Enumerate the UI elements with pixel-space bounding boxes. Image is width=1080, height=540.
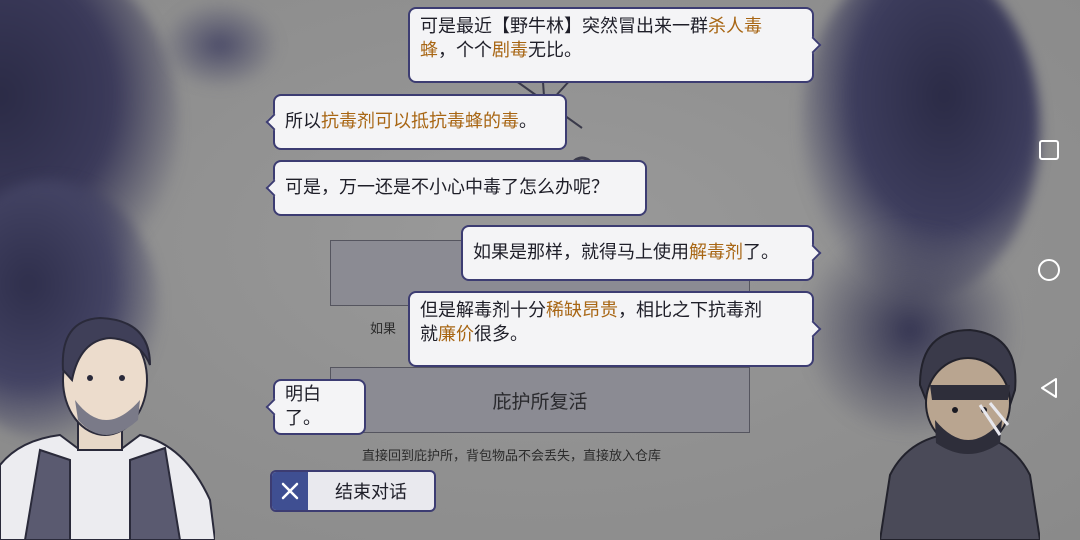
dialogue-bubble: 可是，万一还是不小心中毒了怎么办呢？ — [265, 160, 647, 216]
dialogue-text: 就 — [420, 324, 438, 345]
ink-splash — [160, 0, 280, 90]
dialogue-text: 很多。 — [474, 324, 528, 345]
left-character-portrait — [0, 316, 215, 540]
dialogue-line: 可是最近【野牛林】突然冒出来一群杀人毒 — [420, 15, 802, 39]
dialogue-highlight-text: 廉价 — [438, 324, 474, 345]
right-character-portrait — [880, 328, 1040, 540]
menu-option-1-hint: 如果 — [370, 322, 397, 337]
dialogue-line: 如果是那样，就得马上使用解毒剂了。 — [473, 241, 779, 265]
dialogue-text: ，相比之下抗毒剂 — [618, 300, 762, 321]
dialogue-highlight-text: 解毒剂 — [689, 242, 743, 263]
dialogue-highlight-text: 稀缺昂贵 — [546, 300, 618, 321]
dialogue-text: 明白了。 — [285, 384, 321, 429]
game-scene: 如果 庇护所复活 直接回到庇护所，背包物品不会丢失，直接放入仓库 可是最近【野牛… — [0, 0, 1080, 540]
home-icon[interactable] — [1034, 255, 1064, 285]
dialogue-text: 。 — [519, 111, 537, 132]
dialogue-line: 蜂，个个剧毒无比。 — [420, 39, 802, 63]
dialogue-highlight-text: 剧毒 — [492, 40, 528, 61]
dialogue-text: 但是解毒剂十分 — [420, 300, 546, 321]
dialogue-line: 明白了。 — [285, 383, 354, 431]
end-dialogue-label: 结束对话 — [335, 482, 407, 503]
end-dialogue-button[interactable]: 结束对话 — [270, 470, 436, 512]
menu-option-label: 庇护所复活 — [492, 390, 588, 413]
dialogue-bubble: 如果是那样，就得马上使用解毒剂了。 — [461, 225, 822, 281]
bubble-tail — [804, 244, 822, 262]
bubble-tail — [265, 179, 283, 197]
dialogue-text: 如果是那样，就得马上使用 — [473, 242, 689, 263]
recent-apps-icon[interactable] — [1034, 135, 1064, 165]
dialogue-highlight-text: 蜂 — [420, 40, 438, 61]
system-navigation-bar — [1018, 0, 1080, 540]
dialogue-text: 无比。 — [528, 40, 582, 61]
dialogue-line: 所以抗毒剂可以抵抗毒蜂的毒。 — [285, 110, 537, 134]
menu-option-shelter-hint: 直接回到庇护所，背包物品不会丢失，直接放入仓库 — [362, 449, 662, 464]
dialogue-highlight-text: 抗毒剂可以抵抗毒蜂的毒 — [321, 111, 519, 132]
bubble-tail — [265, 398, 283, 416]
dialogue-text: 可是，万一还是不小心中毒了怎么办呢？ — [285, 177, 609, 198]
dialogue-line: 就廉价很多。 — [420, 323, 802, 347]
menu-option-shelter-revive[interactable]: 庇护所复活 — [330, 367, 750, 433]
dialogue-text: 了。 — [743, 242, 779, 263]
dialogue-line: 但是解毒剂十分稀缺昂贵，相比之下抗毒剂 — [420, 299, 802, 323]
back-icon[interactable] — [1034, 373, 1064, 403]
dialogue-bubble: 可是最近【野牛林】突然冒出来一群杀人毒 蜂，个个剧毒无比。 — [408, 7, 822, 83]
dialogue-highlight-text: 杀人毒 — [708, 16, 762, 37]
dialogue-bubble: 明白了。 — [265, 379, 366, 435]
dialogue-bubble: 所以抗毒剂可以抵抗毒蜂的毒。 — [265, 94, 567, 150]
dialogue-text: 可是最近【野牛林】突然冒出来一群 — [420, 16, 708, 37]
close-icon — [272, 472, 308, 510]
bubble-tail — [265, 113, 283, 131]
dialogue-text: ，个个 — [438, 40, 492, 61]
dialogue-bubble: 但是解毒剂十分稀缺昂贵，相比之下抗毒剂 就廉价很多。 — [408, 291, 822, 367]
dialogue-line: 可是，万一还是不小心中毒了怎么办呢？ — [285, 176, 609, 200]
dialogue-text: 所以 — [285, 111, 321, 132]
